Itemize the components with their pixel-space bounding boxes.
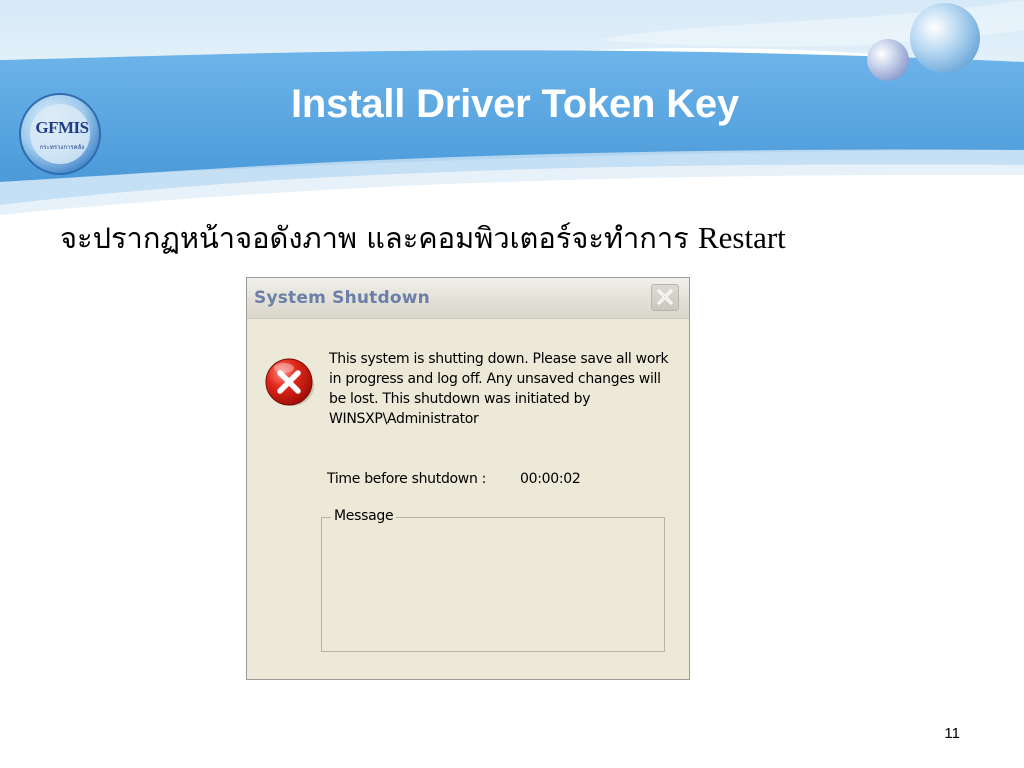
- subtitle-thai-text: จะปรากฏหน้าจอดังภาพ และคอมพิวเตอร์จะทำกา…: [60, 221, 689, 255]
- time-before-shutdown-value: 00:00:02: [520, 471, 581, 487]
- error-icon: [265, 358, 314, 406]
- subtitle-restart-text: Restart: [697, 220, 786, 255]
- message-groupbox: Message: [321, 508, 665, 652]
- system-shutdown-dialog: System Shutdown This system is shutting …: [246, 277, 690, 680]
- logo-subtext: กระทรวงการคลัง: [39, 144, 85, 151]
- close-button[interactable]: [651, 284, 679, 311]
- dialog-titlebar[interactable]: System Shutdown: [247, 278, 689, 319]
- shutdown-message: This system is shutting down. Please sav…: [329, 351, 669, 427]
- logo-text: GFMIS: [35, 118, 89, 137]
- slide-title: Install Driver Token Key: [291, 82, 739, 126]
- page-number: 11: [944, 725, 960, 742]
- close-icon: [657, 289, 673, 305]
- dialog-body: This system is shutting down. Please sav…: [247, 319, 689, 679]
- dialog-title: System Shutdown: [254, 288, 430, 308]
- message-content: [322, 518, 664, 651]
- slide-subtitle: จะปรากฏหน้าจอดังภาพ และคอมพิวเตอร์จะทำกา…: [60, 215, 980, 261]
- time-before-shutdown-label: Time before shutdown :: [327, 471, 487, 487]
